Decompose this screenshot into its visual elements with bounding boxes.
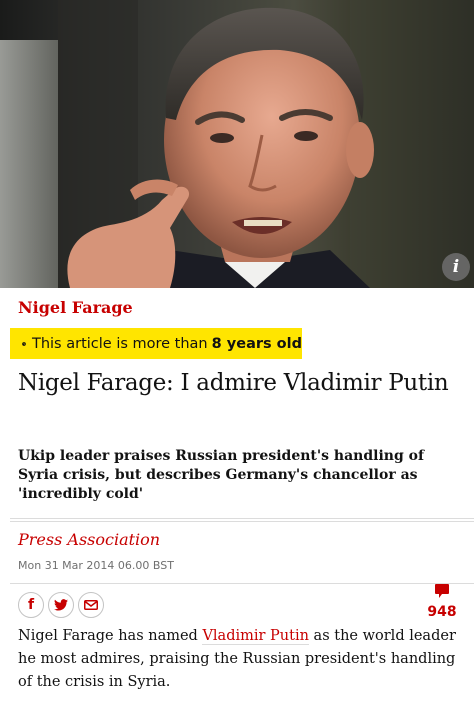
age-banner-age: 8 years old [211,335,302,352]
facebook-icon: f [27,597,35,613]
hero-photo: i [0,0,474,288]
twitter-share-button[interactable] [48,592,74,618]
age-banner-prefix: This article is more than [31,335,208,352]
facebook-share-button[interactable]: f [18,592,44,618]
body-text-start: Nigel Farage has named [18,628,203,644]
comments-count: 948 [427,604,457,620]
comment-bubble-icon [435,584,449,598]
article-standfirst: Ukip leader praises Russian president's … [18,448,424,502]
article-headline: Nigel Farage: I admire Vladimir Putin [18,370,449,396]
twitter-icon [54,599,68,611]
comments-link[interactable]: 948 [424,583,460,620]
envelope-icon [84,600,98,610]
email-share-button[interactable] [78,592,104,618]
share-buttons: f [18,592,104,618]
clock-icon [22,341,26,346]
article-age-banner: This article is more than 8 years old [10,328,302,359]
divider [10,583,474,584]
portrait-illustration [0,0,474,288]
divider [10,521,474,522]
divider [10,518,474,519]
vladimir-putin-link[interactable]: Vladimir Putin [202,628,309,645]
section-kicker[interactable]: Nigel Farage [18,298,133,317]
article-body-paragraph: Nigel Farage has named Vladimir Putin as… [18,625,458,694]
publish-date: Mon 31 Mar 2014 06.00 BST [18,559,174,572]
byline[interactable]: Press Association [18,530,160,549]
info-icon[interactable]: i [442,253,470,281]
